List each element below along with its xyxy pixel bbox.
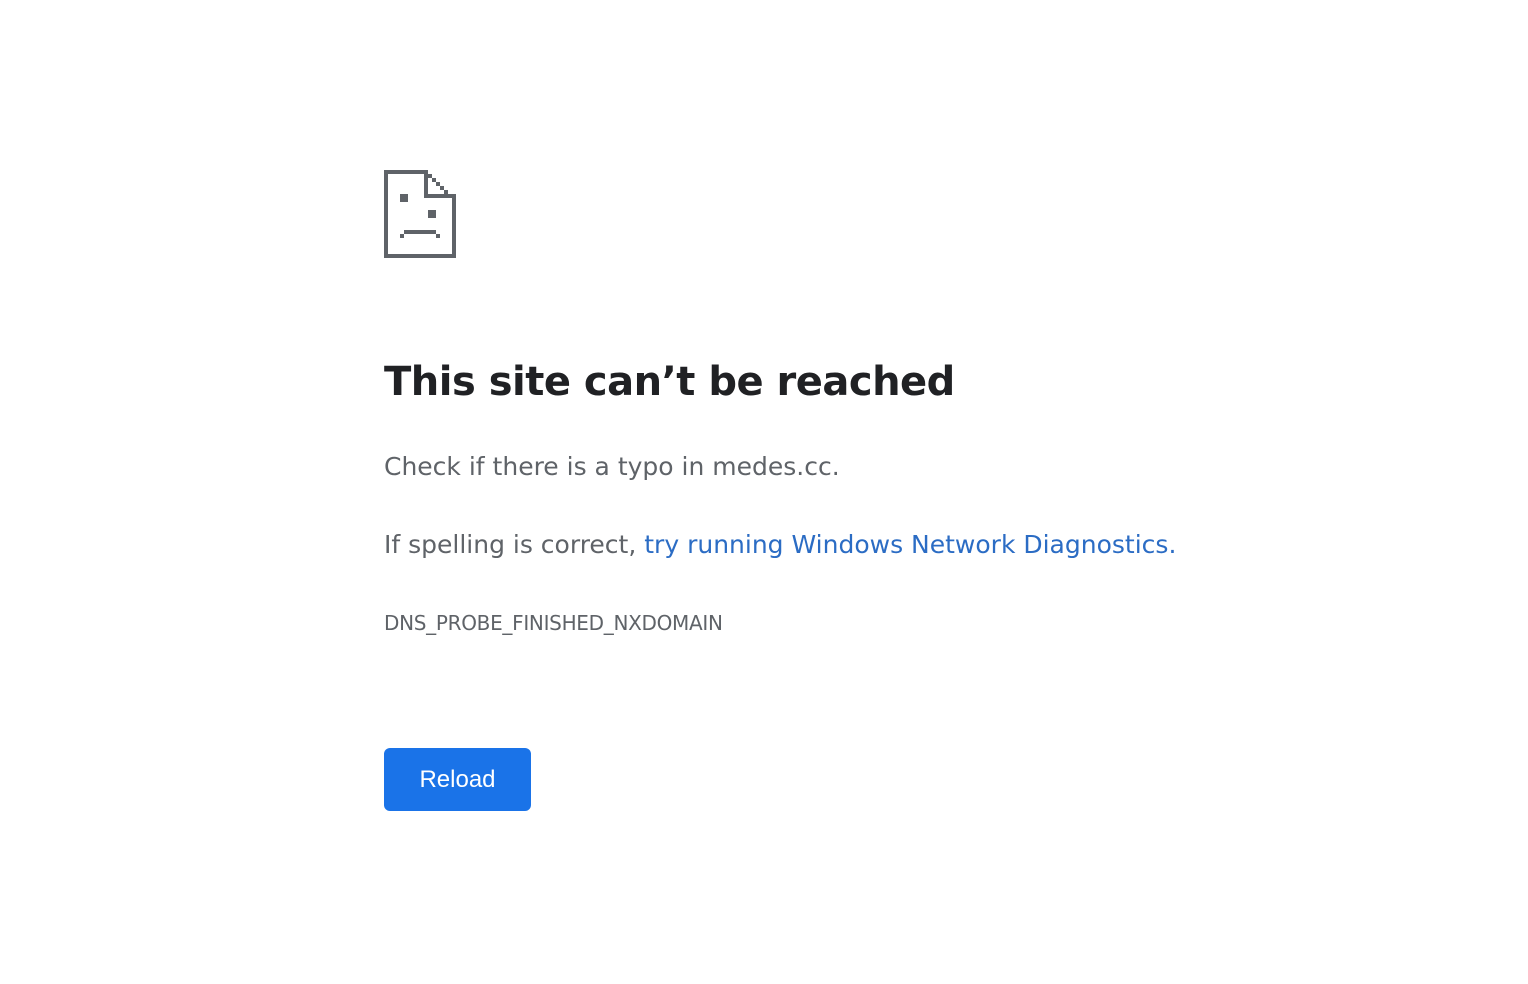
reload-button[interactable]: Reload [384,748,531,811]
diagnostics-message: If spelling is correct, try running Wind… [384,527,1176,563]
sad-page-icon [384,170,456,258]
diagnostics-link[interactable]: try running Windows Network Diagnostics [644,530,1168,559]
error-code: DNS_PROBE_FINISHED_NXDOMAIN [384,611,723,635]
diagnostics-period: . [1168,530,1177,559]
spelling-prefix: If spelling is correct, [384,530,645,559]
page-title: This site can’t be reached [384,359,955,405]
typo-message: Check if there is a typo in medes.cc. [384,452,840,481]
